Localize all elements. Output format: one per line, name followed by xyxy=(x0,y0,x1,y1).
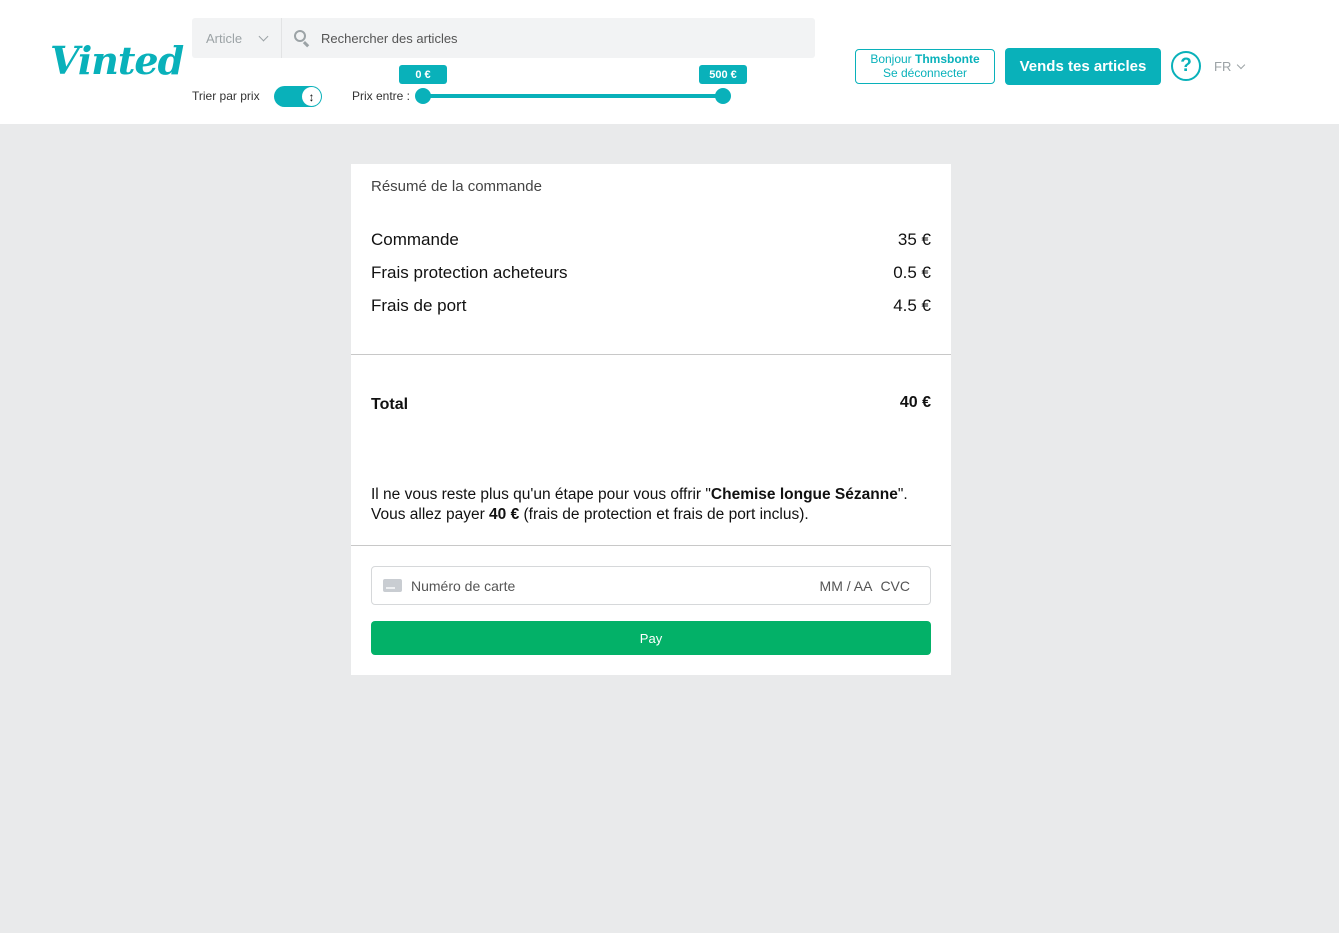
category-select-label: Article xyxy=(206,30,243,46)
line-value: 4.5 € xyxy=(893,296,931,315)
summary-line: Commande 35 € xyxy=(371,230,931,250)
sort-by-price-label: Trier par prix xyxy=(192,89,260,103)
message-text: (frais de protection et frais de port in… xyxy=(519,506,809,523)
divider xyxy=(351,545,951,546)
chevron-down-icon xyxy=(258,31,269,41)
user-account-box: Bonjour Thmsbonte Se déconnecter xyxy=(855,49,995,84)
order-summary-title: Résumé de la commande xyxy=(371,178,542,195)
language-select[interactable]: FR xyxy=(1214,59,1246,74)
amount-to-pay: 40 € xyxy=(489,506,520,523)
card-cvc-input[interactable]: CVC xyxy=(880,578,910,594)
sort-by-price-toggle[interactable]: ↕ xyxy=(274,86,322,107)
total-label: Total xyxy=(371,396,409,413)
line-label: Frais de port xyxy=(371,296,467,315)
item-name: Chemise longue Sézanne xyxy=(710,486,898,503)
credit-card-icon xyxy=(383,579,402,592)
username: Thmsbonte xyxy=(915,52,980,66)
summary-line: Frais de port 4.5 € xyxy=(371,296,931,316)
price-min-handle[interactable] xyxy=(415,88,431,104)
language-label: FR xyxy=(1214,59,1232,74)
total-value: 40 € xyxy=(899,394,931,411)
help-icon[interactable]: ? xyxy=(1171,51,1201,81)
greeting-prefix: Bonjour xyxy=(870,52,916,66)
message-text: Il ne vous reste plus qu'un étape pour v… xyxy=(371,486,711,503)
search-input[interactable] xyxy=(321,19,801,57)
price-range-label: Prix entre : xyxy=(352,89,411,103)
card-input-field[interactable]: Numéro de carte MM / AA CVC xyxy=(371,566,931,605)
price-range-track[interactable] xyxy=(423,94,723,98)
message-text: ". xyxy=(897,486,908,503)
line-label: Frais protection acheteurs xyxy=(371,263,568,282)
summary-line: Frais protection acheteurs 0.5 € xyxy=(371,263,931,283)
chevron-down-icon xyxy=(1237,60,1246,69)
search-bar: Article xyxy=(192,18,815,58)
pay-button[interactable]: Pay xyxy=(371,621,931,655)
category-select[interactable]: Article xyxy=(192,18,282,58)
sort-arrows-icon: ↕ xyxy=(302,87,321,106)
vinted-logo[interactable]: Vinted xyxy=(50,42,184,80)
price-min-tooltip: 0 € xyxy=(399,65,447,84)
checkout-message: Il ne vous reste plus qu'un étape pour v… xyxy=(371,485,931,525)
line-value: 35 € xyxy=(897,230,931,249)
line-value: 0.5 € xyxy=(893,263,931,282)
card-expiry-input[interactable]: MM / AA xyxy=(820,578,873,594)
user-greeting: Bonjour Thmsbonte xyxy=(856,52,994,66)
message-text: Vous allez payer xyxy=(371,506,490,523)
order-summary-card: Résumé de la commande Commande 35 € Frai… xyxy=(351,164,951,675)
card-number-input[interactable]: Numéro de carte xyxy=(411,578,820,594)
line-label: Commande xyxy=(371,230,459,249)
divider xyxy=(351,354,951,355)
search-icon xyxy=(293,29,311,48)
price-max-handle[interactable] xyxy=(715,88,731,104)
price-max-tooltip: 500 € xyxy=(699,65,747,84)
top-header: Vinted Article Trier par prix ↕ Prix ent… xyxy=(0,0,1339,124)
sell-items-button[interactable]: Vends tes articles xyxy=(1005,48,1161,85)
logout-link[interactable]: Se déconnecter xyxy=(856,66,994,80)
